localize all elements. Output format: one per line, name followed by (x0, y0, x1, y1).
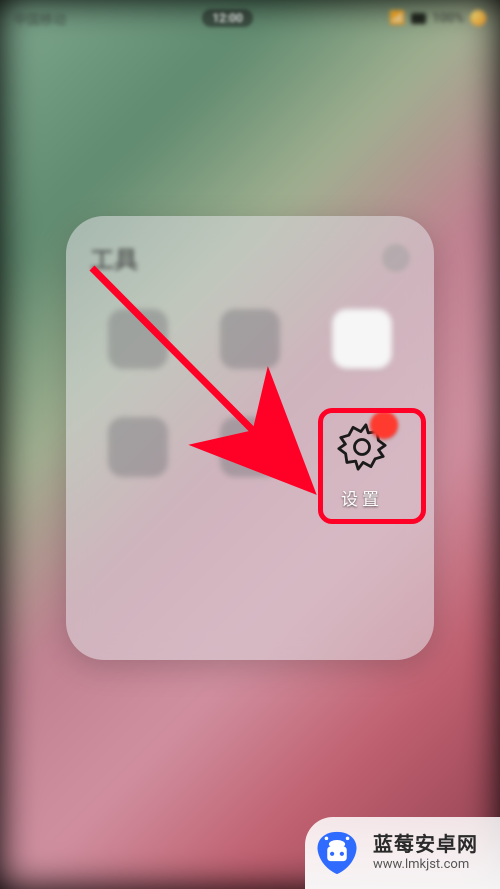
battery-icon (470, 10, 486, 26)
close-icon[interactable] (382, 244, 410, 272)
watermark-logo-icon (311, 827, 363, 879)
app-5-icon (220, 417, 280, 477)
carrier-label: 中国移动 (14, 9, 66, 28)
app-4-icon (108, 417, 168, 477)
status-bar: 中国移动 12:00 📶 100% (0, 0, 500, 32)
app-4[interactable] (86, 417, 190, 510)
watermark-url: www.lmkjst.com (373, 857, 478, 873)
app-1[interactable] (86, 309, 190, 393)
app-1-icon (108, 309, 168, 369)
clock: 12:00 (202, 9, 252, 27)
annotation-highlight (318, 408, 426, 524)
app-3-icon (332, 309, 392, 369)
flag-icon (411, 13, 426, 24)
app-5[interactable] (198, 417, 302, 510)
app-2[interactable] (198, 309, 302, 393)
app-3[interactable] (310, 309, 414, 393)
app-2-icon (220, 309, 280, 369)
folder-title: 工具 (90, 240, 138, 275)
watermark-title: 蓝莓安卓网 (373, 832, 478, 857)
watermark: 蓝莓安卓网 www.lmkjst.com (305, 817, 500, 889)
battery-label: 100% (432, 11, 464, 26)
network-icon: 📶 (389, 11, 405, 26)
